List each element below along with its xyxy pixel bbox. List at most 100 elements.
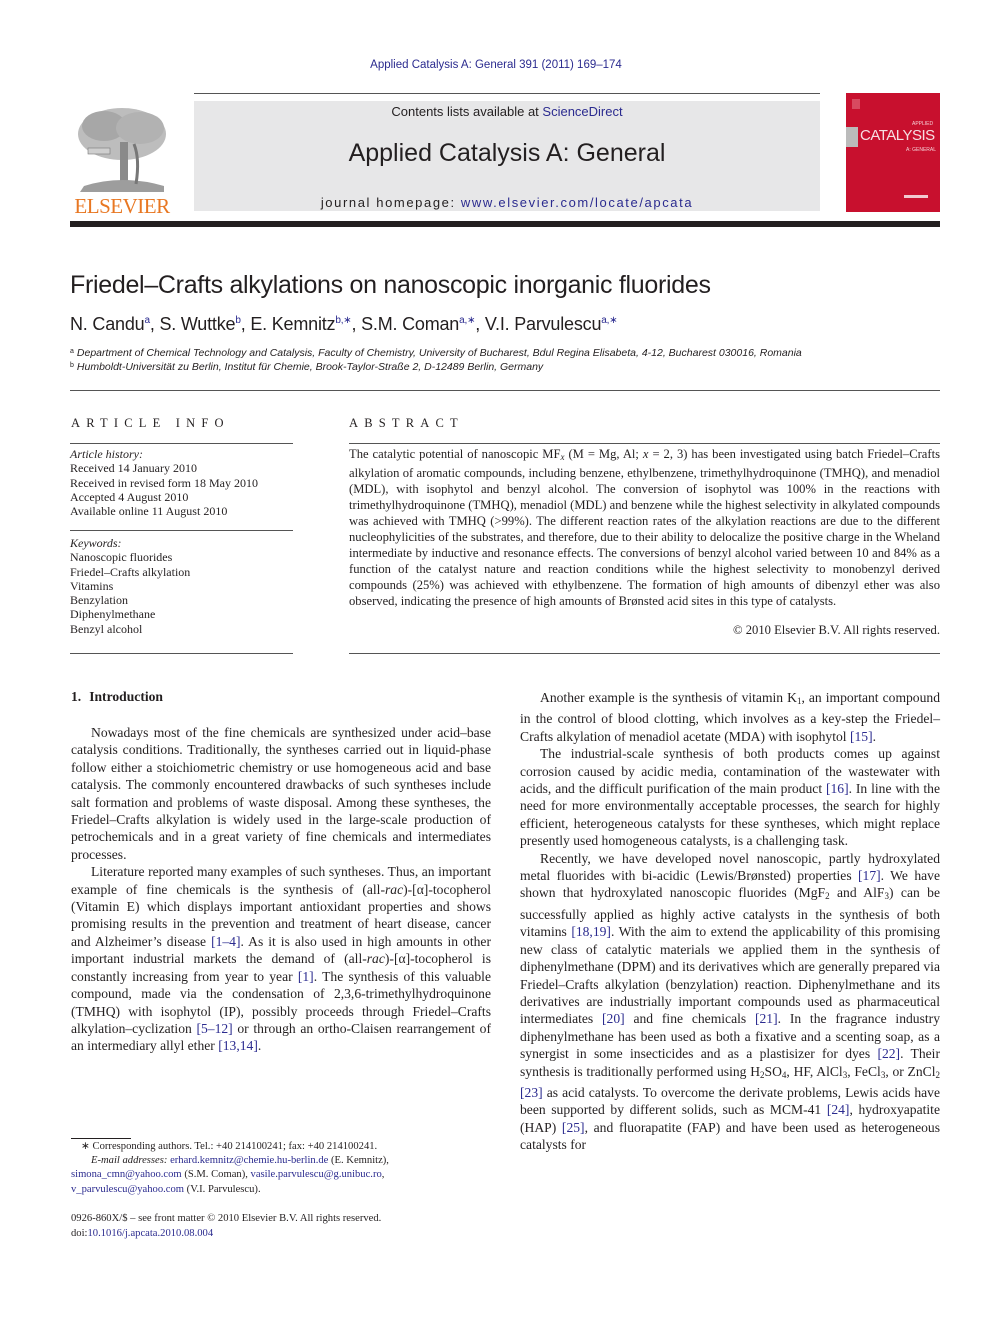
doi-link[interactable]: 10.1016/j.apcata.2010.08.004 <box>87 1228 213 1239</box>
keyword-item: Benzylation <box>70 593 128 608</box>
affiliation-text: Department of Chemical Technology and Ca… <box>76 347 802 359</box>
affiliation-mark: a <box>70 348 74 355</box>
author[interactable]: V.I. Parvulescu <box>485 314 602 334</box>
cover-publisher-mark <box>904 195 928 198</box>
citation-link[interactable]: [1–4] <box>211 934 240 949</box>
paragraph: The industrial-scale synthesis of both p… <box>520 746 940 849</box>
article-title: Friedel–Crafts alkylations on nanoscopic… <box>70 271 711 299</box>
email-owner: , <box>381 1169 385 1181</box>
abstract-rule-top <box>349 443 940 444</box>
author[interactable]: S.M. Coman <box>361 314 459 334</box>
contents-line: Contents lists available at ScienceDirec… <box>194 104 820 119</box>
author[interactable]: S. Wuttke <box>159 314 235 334</box>
elsevier-logo[interactable]: ELSEVIER <box>70 100 174 218</box>
history-list: Received 14 January 2010 Received in revi… <box>70 461 293 518</box>
top-rule <box>194 93 820 94</box>
section-heading-introduction: 1. Introduction <box>71 689 163 705</box>
keyword-item: Benzyl alcohol <box>70 621 143 636</box>
journal-masthead: Contents lists available at ScienceDirec… <box>194 101 820 211</box>
elsevier-wordmark: ELSEVIER <box>74 194 170 218</box>
citation-link[interactable]: [15] <box>850 729 873 744</box>
author-affiliation-mark[interactable]: b,∗ <box>335 315 351 326</box>
keyword-item: Nanoscopic fluorides <box>70 550 173 565</box>
cover-badge <box>852 99 860 109</box>
cover-subtitle-bottom: A: GENERAL <box>906 147 937 153</box>
email-owner: (V.I. Parvulescu). <box>184 1183 261 1195</box>
homepage-prefix: journal homepage: <box>320 195 461 210</box>
author-affiliation-mark[interactable]: b <box>235 315 241 326</box>
history-item: Accepted 4 August 2010 <box>70 489 189 504</box>
author-affiliation-mark[interactable]: a,∗ <box>601 315 617 326</box>
email-owner: (S.M. Coman), <box>181 1169 251 1181</box>
abstract-text: The catalytic potential of nanoscopic MF… <box>349 447 940 610</box>
running-head[interactable]: Applied Catalysis A: General 391 (2011) … <box>0 59 992 71</box>
keyword-list: Nanoscopic fluorides Friedel–Crafts alkyl… <box>70 550 293 636</box>
abstract-heading: ABSTRACT <box>349 416 464 430</box>
email-link[interactable]: simona_cmn@yahoo.com <box>71 1169 182 1180</box>
citation-link[interactable]: [13,14] <box>218 1038 258 1053</box>
journal-cover[interactable]: APPLIED CATALYSIS A: GENERAL <box>846 93 940 212</box>
author-affiliation-mark[interactable]: a <box>144 315 150 326</box>
citation-link[interactable]: [22] <box>877 1046 900 1061</box>
issn-line: 0926-860X/$ – see front matter © 2010 El… <box>71 1213 382 1224</box>
citation-link[interactable]: [23] <box>520 1085 543 1100</box>
sciencedirect-link[interactable]: ScienceDirect <box>542 104 622 119</box>
doi-label: doi: <box>71 1227 88 1239</box>
journal-title: Applied Catalysis A: General <box>348 139 666 167</box>
affiliation-mark: b <box>70 362 74 369</box>
affiliation-b: b Humboldt-Universität zu Berlin, Institu… <box>70 361 543 373</box>
citation-link[interactable]: [18,19] <box>571 924 611 939</box>
paragraph: Nowadays most of the fine chemicals are … <box>71 725 491 862</box>
history-label: Article history: <box>70 447 143 461</box>
corresponding-note: ∗ Corresponding authors. Tel.: +40 21410… <box>81 1141 378 1152</box>
email-label: E-mail addresses: <box>91 1155 168 1167</box>
citation-link[interactable]: [21] <box>755 1011 778 1026</box>
keywords-label: Keywords: <box>70 536 122 550</box>
header-thick-rule <box>70 221 940 227</box>
elsevier-tree-icon <box>78 108 166 192</box>
paragraph: Another example is the synthesis of vita… <box>520 690 940 744</box>
cover-title: CATALYSIS <box>860 127 935 144</box>
history-item: Received in revised form 18 May 2010 <box>70 475 258 490</box>
citation-link[interactable]: [20] <box>602 1011 625 1026</box>
paragraph: Recently, we have developed novel nanosc… <box>520 850 941 1153</box>
section-title: Introduction <box>89 689 163 704</box>
keyword-item: Friedel–Crafts alkylation <box>70 564 191 579</box>
front-matter: 0926-860X/$ – see front matter © 2010 El… <box>71 1212 491 1241</box>
contents-prefix: Contents lists available at <box>391 104 543 119</box>
affiliation-a: a Department of Chemical Technology and C… <box>70 347 802 359</box>
citation-link[interactable]: [17] <box>858 868 881 883</box>
footnotes: ∗ Corresponding authors. Tel.: +40 21410… <box>71 1140 491 1197</box>
author[interactable]: E. Kemnitz <box>250 314 335 334</box>
email-link[interactable]: vasile.parvulescu@g.unibuc.ro <box>251 1169 382 1180</box>
citation-link[interactable]: [24] <box>827 1102 850 1117</box>
email-link[interactable]: erhard.kemnitz@chemie.hu-berlin.de <box>170 1155 328 1166</box>
author-affiliation-mark[interactable]: a,∗ <box>459 315 475 326</box>
doi-line: doi:10.1016/j.apcata.2010.08.004 <box>71 1227 491 1242</box>
paragraph: Literature reported many examples of suc… <box>71 864 491 1054</box>
article-info-heading: ARTICLE INFO <box>71 416 230 430</box>
author-list: N. Candua, S. Wuttkeb, E. Kemnitzb,∗, S.… <box>70 314 618 334</box>
journal-homepage-link[interactable]: www.elsevier.com/locate/apcata <box>461 195 693 210</box>
body-column-right: Another example is the synthesis of vita… <box>520 689 940 1154</box>
abstract-copyright: © 2010 Elsevier B.V. All rights reserved… <box>733 623 940 637</box>
email-link[interactable]: v_parvulescu@yahoo.com <box>71 1184 184 1195</box>
article-info-rule-bottom <box>70 653 293 654</box>
citation-link[interactable]: [5–12] <box>196 1021 232 1036</box>
keyword-item: Diphenylmethane <box>70 607 156 622</box>
author[interactable]: N. Candu <box>70 314 145 334</box>
section-number: 1. <box>71 689 82 704</box>
body-column-left: Nowadays most of the fine chemicals are … <box>71 724 491 1055</box>
citation-link[interactable]: [25] <box>562 1120 585 1135</box>
homepage-line: journal homepage: www.elsevier.com/locat… <box>194 195 820 210</box>
citation-link[interactable]: [16] <box>826 781 849 796</box>
article-info: Article history: Received 14 January 201… <box>70 444 293 518</box>
affiliation-text: Humboldt-Universität zu Berlin, Institut… <box>76 361 544 373</box>
article-info-rule-mid <box>70 530 293 531</box>
history-item: Available online 11 August 2010 <box>70 504 228 519</box>
email-owner: (E. Kemnitz), <box>328 1155 389 1167</box>
keyword-item: Vitamins <box>70 578 114 593</box>
citation-link[interactable]: [1] <box>298 969 314 984</box>
title-divider <box>70 390 940 391</box>
cover-block <box>846 127 858 147</box>
